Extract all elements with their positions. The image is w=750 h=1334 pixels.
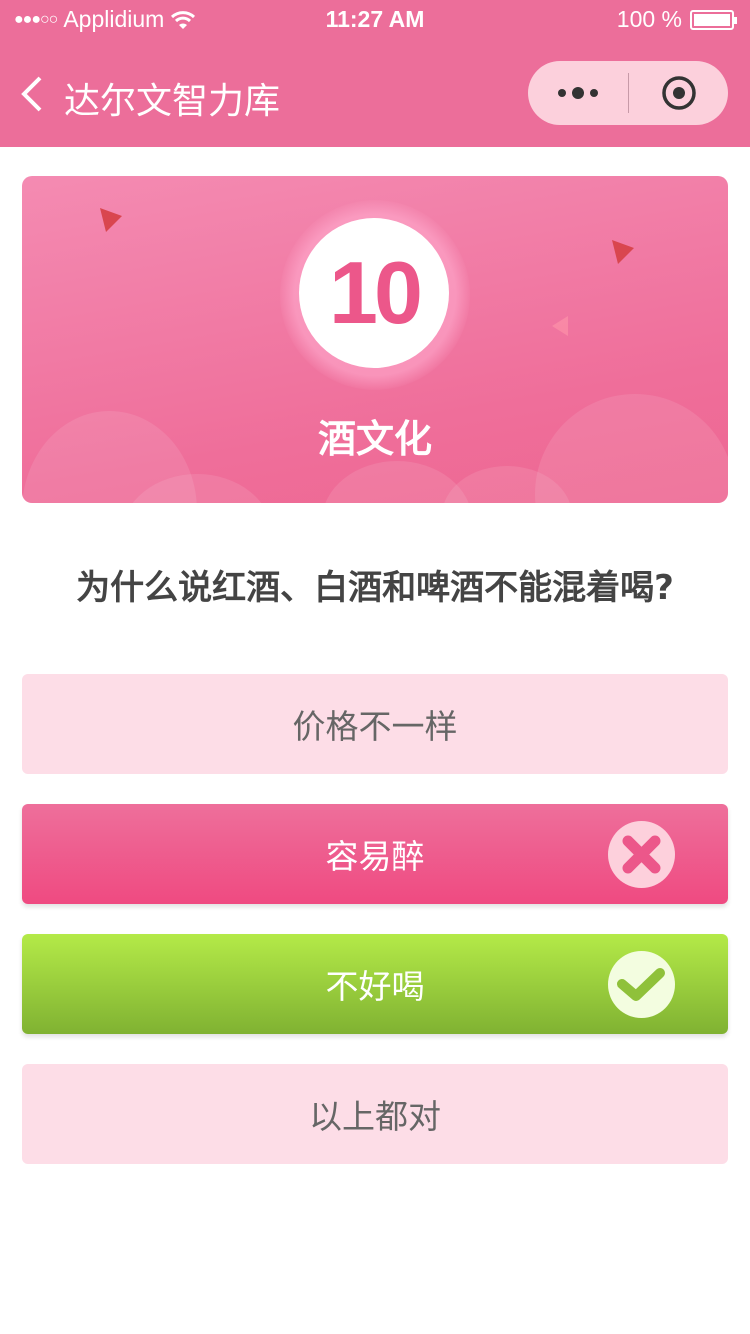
- answer-option-wrong[interactable]: 容易醉: [22, 804, 728, 904]
- page-title: 达尔文智力库: [64, 81, 281, 122]
- back-chevron-icon[interactable]: [18, 74, 58, 114]
- option-label: 容易醉: [325, 837, 425, 876]
- answer-option-correct[interactable]: 不好喝: [22, 934, 728, 1034]
- capsule-menu: [528, 61, 728, 125]
- paper-plane-icon: [612, 240, 634, 264]
- header: ●●●○○ Applidium 11:27 AM 100 % 达尔文智力库: [0, 0, 750, 147]
- answer-option[interactable]: 价格不一样: [22, 674, 728, 774]
- battery-percent: 100 %: [616, 6, 682, 32]
- question-number: 10: [299, 218, 449, 368]
- paper-plane-icon: [100, 208, 122, 232]
- nav-bar: 达尔文智力库: [0, 60, 750, 128]
- check-circle-icon: [608, 951, 675, 1018]
- more-dots-icon[interactable]: [528, 61, 628, 125]
- question-text: 为什么说红酒、白酒和啤酒不能混着喝?: [76, 568, 674, 608]
- option-label: 价格不一样: [292, 707, 458, 746]
- category-title: 酒文化: [317, 417, 432, 461]
- category-banner: 10 酒文化: [22, 176, 728, 503]
- answer-option[interactable]: 以上都对: [22, 1064, 728, 1164]
- option-label: 不好喝: [325, 967, 425, 1006]
- x-circle-icon: [608, 821, 675, 888]
- option-label: 以上都对: [309, 1097, 441, 1136]
- triangle-decoration-icon: [552, 316, 568, 336]
- status-bar: ●●●○○ Applidium 11:27 AM 100 %: [0, 0, 750, 38]
- close-target-icon[interactable]: [629, 61, 728, 125]
- battery-icon: [690, 9, 737, 30]
